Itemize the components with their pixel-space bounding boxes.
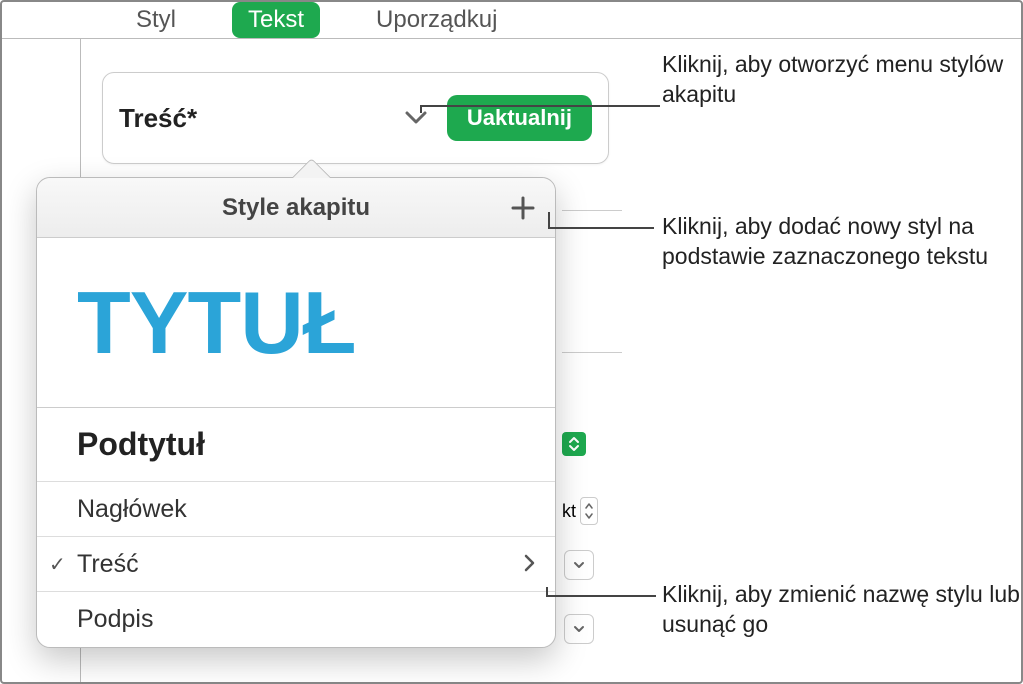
hidden-dropdown-control[interactable] <box>562 432 586 456</box>
kt-label: kt <box>562 501 576 522</box>
popover-title: Style akapitu <box>37 178 555 238</box>
add-style-button[interactable] <box>509 194 537 222</box>
inspector-tabs: Styl Tekst Uporządkuj <box>80 2 1021 38</box>
stepper-icon <box>580 497 598 525</box>
up-down-arrows-icon <box>562 432 586 456</box>
style-item-caption[interactable]: Podpis <box>37 592 555 647</box>
callout-open-menu: Kliknij, aby otworzyć menu stylów akapit… <box>662 50 1021 110</box>
chevron-down-icon <box>401 103 431 133</box>
hidden-stepper-control[interactable]: kt <box>562 497 598 525</box>
tab-arrange[interactable]: Uporządkuj <box>360 2 513 38</box>
tab-style[interactable]: Styl <box>120 2 192 38</box>
callout-rename: Kliknij, aby zmienić nazwę stylu lub usu… <box>662 580 1021 640</box>
style-item-heading[interactable]: Nagłówek <box>37 482 555 537</box>
hidden-select-2[interactable] <box>564 614 594 644</box>
hidden-select-1[interactable] <box>564 550 594 580</box>
paragraph-styles-popover: Style akapitu TYTUŁ Podtytuł Nagłówek ✓ … <box>36 177 556 648</box>
callout-line-2 <box>548 227 654 229</box>
current-style-name: Treść* <box>119 103 401 134</box>
style-item-title[interactable]: TYTUŁ <box>37 238 555 408</box>
style-item-subtitle[interactable]: Podtytuł <box>37 408 555 482</box>
callout-line-3 <box>546 595 656 597</box>
tab-text[interactable]: Tekst <box>232 2 320 38</box>
paragraph-style-dropdown[interactable]: Treść* Uaktualnij <box>102 72 609 164</box>
callout-add-style: Kliknij, aby dodać nowy styl na podstawi… <box>662 212 1021 272</box>
callout-line-1 <box>420 105 660 107</box>
update-button[interactable]: Uaktualnij <box>447 95 592 141</box>
title-style-preview: TYTUŁ <box>77 272 356 374</box>
checkmark-icon: ✓ <box>49 552 66 577</box>
style-item-body[interactable]: ✓ Treść <box>37 537 555 592</box>
chevron-right-icon[interactable] <box>523 550 535 579</box>
